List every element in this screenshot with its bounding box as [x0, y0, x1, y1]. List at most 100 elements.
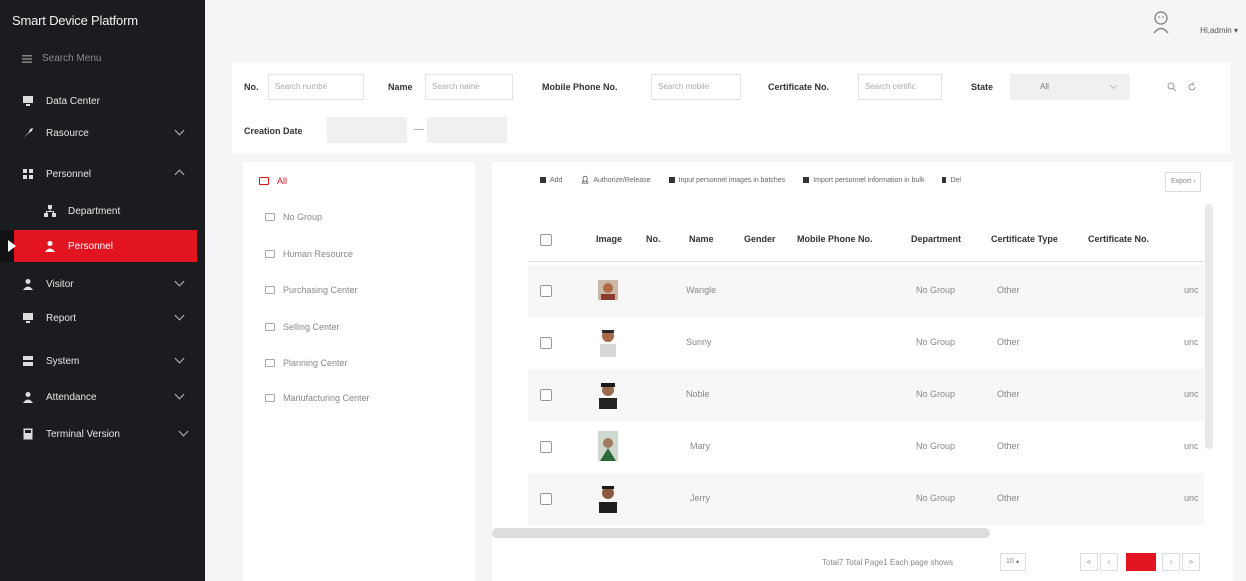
monitor-icon [23, 96, 33, 106]
prev-page-button[interactable]: ‹ [1100, 553, 1118, 571]
table-row[interactable]: Wangle No Group Other unc [528, 265, 1204, 317]
filter-panel: No. Search numbe Name Search name Mobile… [232, 62, 1230, 154]
tree-item-manufacturing-center[interactable]: Manufacturing Center [265, 393, 370, 403]
chevron-down-icon [174, 125, 185, 136]
sidebar-item-department[interactable]: Department [0, 195, 205, 227]
col-image[interactable]: Image [596, 234, 622, 244]
add-button[interactable]: Add [540, 177, 562, 184]
chevron-down-icon [174, 310, 185, 321]
chevron-down-icon [174, 276, 185, 287]
row-checkbox[interactable] [540, 493, 552, 505]
tree-item-label: Planning Center [283, 358, 348, 368]
creation-date-end-input[interactable] [427, 117, 507, 143]
col-gender[interactable]: Gender [744, 234, 776, 244]
page-size-value: 10 [1006, 558, 1014, 565]
wrench-icon [23, 128, 33, 138]
sidebar-item-attendance[interactable]: Attendance [0, 381, 205, 413]
row-checkbox[interactable] [540, 441, 552, 453]
refresh-icon[interactable] [1187, 82, 1197, 92]
table-row[interactable]: Sunny No Group Other unc [528, 317, 1204, 369]
sidebar-item-label: System [46, 355, 80, 367]
col-department[interactable]: Department [911, 234, 961, 244]
person-photo [599, 486, 617, 513]
cell-certificate-no: unc [1184, 389, 1199, 399]
first-page-button[interactable]: « [1080, 553, 1098, 571]
row-checkbox[interactable] [540, 337, 552, 349]
col-no[interactable]: No. [646, 234, 661, 244]
state-select[interactable]: All [1010, 74, 1130, 100]
cell-name: Jerry [690, 493, 710, 503]
sidebar-item-visitor[interactable]: Visitor [0, 268, 205, 300]
col-certificate-no[interactable]: Certificate No. [1088, 234, 1149, 244]
mobile-label: Mobile Phone No. [542, 82, 618, 92]
user-avatar-icon[interactable] [1152, 10, 1170, 34]
sidebar-item-report[interactable]: Report [0, 302, 205, 334]
page-size-select[interactable]: 10 ▴ [1000, 553, 1026, 571]
chevron-up-icon [174, 169, 185, 180]
page-1-button[interactable]: 1 [1126, 553, 1156, 571]
tree-item-no-group[interactable]: No Group [265, 212, 322, 222]
table-row[interactable]: Jerry No Group Other unc [528, 473, 1204, 525]
delete-button[interactable]: Del [942, 177, 961, 184]
tree-item-selling-center[interactable]: Selling Center [265, 322, 340, 332]
cell-certificate-type: Other [997, 493, 1020, 503]
row-checkbox[interactable] [540, 285, 552, 297]
table-header: Image No. Name Gender Mobile Phone No. D… [528, 220, 1204, 262]
cell-department: No Group [916, 493, 956, 503]
name-search-input[interactable]: Search name [425, 74, 513, 100]
tree-item-planning-center[interactable]: Planning Center [265, 358, 348, 368]
search-menu-label: Search Menu [42, 53, 102, 64]
tree-item-label: No Group [283, 212, 323, 222]
creation-date-start-input[interactable] [327, 117, 407, 143]
search-icon[interactable] [1167, 82, 1177, 92]
select-all-checkbox[interactable] [540, 234, 552, 246]
person-icon: 👤︎ [580, 177, 590, 184]
no-label: No. [244, 82, 259, 92]
input-images-button[interactable]: Input personnel images in batches [668, 177, 785, 184]
person-photo [598, 280, 618, 300]
active-indicator-icon [8, 240, 16, 252]
export-dropdown[interactable]: Export › [1165, 172, 1201, 192]
col-name[interactable]: Name [689, 234, 714, 244]
sidebar-item-personnel-group[interactable]: Personnel [0, 158, 205, 190]
tree-item-purchasing-center[interactable]: Purchasing Center [265, 285, 358, 295]
person-photo [600, 330, 616, 357]
chevron-down-icon: › [1193, 178, 1196, 185]
cell-name: Wangle [686, 285, 717, 295]
search-menu[interactable]: Search Menu [0, 42, 205, 76]
chevron-down-icon [178, 426, 189, 437]
col-certificate-type[interactable]: Certificate Type [991, 234, 1058, 244]
sidebar-item-label: Attendance [46, 391, 97, 403]
mobile-search-input[interactable]: Search mobile [651, 74, 741, 100]
horizontal-scrollbar[interactable] [492, 528, 990, 538]
next-page-button[interactable]: › [1162, 553, 1180, 571]
last-page-button[interactable]: » [1182, 553, 1200, 571]
sidebar-item-label: Rasource [46, 127, 89, 139]
tree-item-label: Purchasing Center [283, 285, 358, 295]
sidebar-item-personnel[interactable]: Personnel [0, 230, 197, 262]
certificate-search-input[interactable]: Search certific [858, 74, 942, 100]
vertical-scrollbar[interactable] [1205, 204, 1213, 449]
user-menu[interactable]: Hi,admin ▾ [1200, 26, 1238, 35]
person-photo [598, 431, 618, 461]
row-checkbox[interactable] [540, 389, 552, 401]
col-mobile[interactable]: Mobile Phone No. [797, 234, 873, 244]
sidebar-item-system[interactable]: System [0, 345, 205, 377]
authorize-release-button[interactable]: 👤︎ Authorize/Release [580, 176, 650, 185]
sidebar-item-terminal-version[interactable]: Terminal Version [0, 418, 205, 450]
menu-icon [22, 55, 32, 63]
person-icon [23, 392, 33, 403]
table-row[interactable]: Noble No Group Other unc [528, 369, 1204, 421]
server-icon [23, 356, 33, 366]
tree-item-human-resource[interactable]: Human Resource [265, 249, 353, 259]
sidebar-item-label: Terminal Version [46, 428, 120, 440]
tree-item-all[interactable]: All [259, 176, 287, 186]
no-search-input[interactable]: Search numbe [268, 74, 364, 100]
sidebar-item-resource[interactable]: Rasource [0, 117, 205, 149]
import-info-button[interactable]: Import personnel information in bulk [803, 177, 924, 184]
department-tree: All No Group Human Resource Purchasing C… [243, 162, 475, 581]
sidebar-item-data-center[interactable]: Data Center [0, 85, 205, 117]
table-row[interactable]: Mary No Group Other unc [528, 421, 1204, 473]
sidebar-item-label: Personnel [46, 168, 92, 180]
table-toolbar: Add 👤︎ Authorize/Release Input personnel … [540, 176, 961, 184]
